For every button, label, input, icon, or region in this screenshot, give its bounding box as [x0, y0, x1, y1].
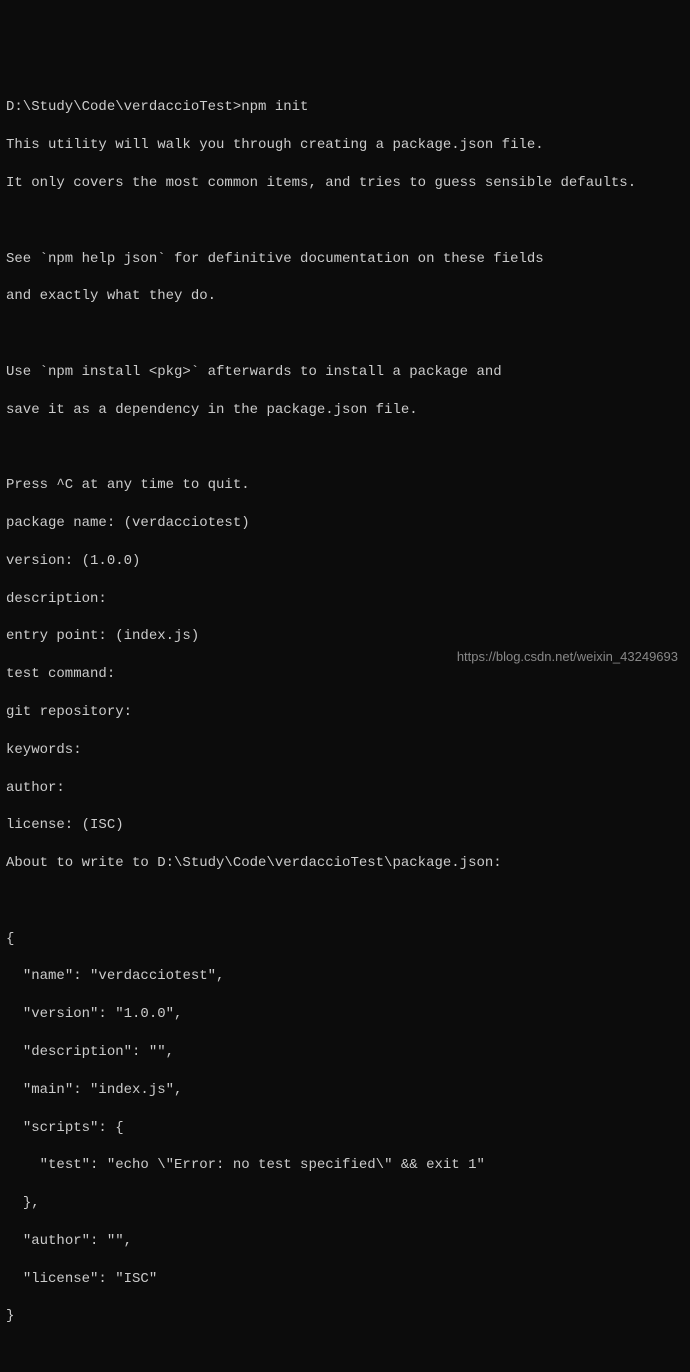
json-line: "description": "",	[6, 1043, 684, 1062]
output-line: and exactly what they do.	[6, 287, 684, 306]
prompt-keywords: keywords:	[6, 741, 684, 760]
json-line: "author": "",	[6, 1232, 684, 1251]
json-line: "main": "index.js",	[6, 1081, 684, 1100]
json-line: "version": "1.0.0",	[6, 1005, 684, 1024]
prompt-package-name: package name: (verdacciotest)	[6, 514, 684, 533]
output-line: Use `npm install <pkg>` afterwards to in…	[6, 363, 684, 382]
json-line: "scripts": {	[6, 1119, 684, 1138]
command-text: npm init	[241, 99, 308, 115]
json-line: },	[6, 1194, 684, 1213]
json-line: "license": "ISC"	[6, 1270, 684, 1289]
prompt-license: license: (ISC)	[6, 816, 684, 835]
about-to-write: About to write to D:\Study\Code\verdacci…	[6, 854, 684, 873]
json-line: "test": "echo \"Error: no test specified…	[6, 1156, 684, 1175]
json-line: {	[6, 930, 684, 949]
json-line: }	[6, 1307, 684, 1326]
output-blank	[6, 892, 684, 911]
watermark-text: https://blog.csdn.net/weixin_43249693	[457, 648, 678, 666]
output-blank	[6, 438, 684, 457]
prompt-description: description:	[6, 590, 684, 609]
terminal-output[interactable]: D:\Study\Code\verdaccioTest>npm init Thi…	[6, 80, 684, 1372]
output-blank	[6, 212, 684, 231]
prompt-author: author:	[6, 779, 684, 798]
prompt-test-command: test command:	[6, 665, 684, 684]
output-blank	[6, 1345, 684, 1364]
prompt-git-repository: git repository:	[6, 703, 684, 722]
output-line: It only covers the most common items, an…	[6, 174, 684, 193]
output-line: Press ^C at any time to quit.	[6, 476, 684, 495]
output-line: See `npm help json` for definitive docum…	[6, 250, 684, 269]
output-line: save it as a dependency in the package.j…	[6, 401, 684, 420]
output-blank	[6, 325, 684, 344]
output-line: This utility will walk you through creat…	[6, 136, 684, 155]
prompt: D:\Study\Code\verdaccioTest>	[6, 99, 241, 115]
prompt-entry-point: entry point: (index.js)	[6, 627, 684, 646]
prompt-version: version: (1.0.0)	[6, 552, 684, 571]
json-line: "name": "verdacciotest",	[6, 967, 684, 986]
